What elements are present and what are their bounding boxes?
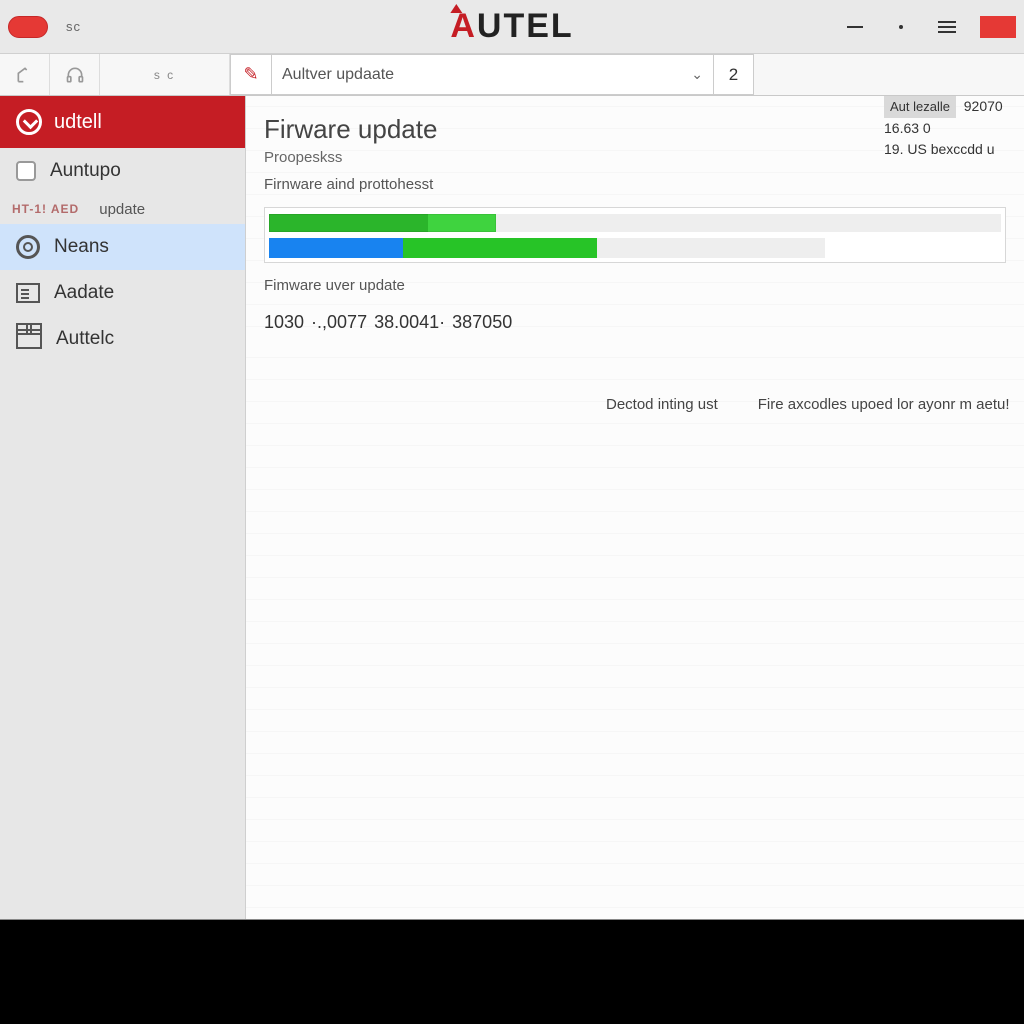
progress-fill-blue [269,238,403,258]
body: udtell Auntupo HT-1! AED update Neans Aa… [0,96,1024,919]
info-box: Aut lezalle 92070 16.63 0 19. US bexccdd… [884,96,1024,160]
window-controls [842,16,1016,38]
titlebar: sc AUTEL [0,0,1024,54]
status-text-b: Fire axcodles upoed lor ayonr m aetu! [758,396,1010,413]
sidebar-brand-label: udtell [54,111,102,134]
info-code: 92070 [964,98,1003,114]
chevron-down-icon[interactable]: ⌄ [691,66,703,83]
menu-button[interactable] [934,17,960,37]
dot-button[interactable] [888,17,914,37]
sidebar-item-label: Auttelc [56,328,114,350]
sidebar-item-auntupo[interactable]: Auntupo [0,148,245,194]
toolbar-code: s c [100,54,230,95]
progress-bar-1 [269,214,1001,232]
toolbar-number-text: 2 [729,65,738,85]
address-text: Aultver updaate [282,66,394,84]
brand-ring-icon [16,109,42,135]
titlebar-left: sc [8,16,81,38]
sidebar-item-label: Aadate [54,282,114,304]
toolbar-code-text: s c [154,68,175,82]
brand-rest: UTEL [477,7,574,46]
info-line3: 19. US bexccdd u [884,139,1024,160]
info-tag: Aut lezalle [884,96,956,118]
progress-fill-1 [269,214,496,232]
sidebar-sub-b: update [99,201,145,218]
progress-area [264,207,1006,263]
address-field[interactable]: Aultver updaate ⌄ [272,54,714,95]
status-row: Dectod inting ust Fire axcodles upoed lo… [606,396,1014,413]
toolbar-headset-icon[interactable] [50,54,100,95]
main-panel: Aut lezalle 92070 16.63 0 19. US bexccdd… [246,96,1024,919]
page-line2: Firnware aind prottohesst [264,176,1006,193]
progress-bar-2 [269,238,825,258]
toolbar-number[interactable]: 2 [714,54,754,95]
titlebar-code: sc [66,19,81,34]
sidebar-item-label: Neans [54,236,109,258]
card-icon [16,283,40,303]
progress-fill-green [403,238,598,258]
brand-logo: AUTEL [450,7,573,46]
sidebar-item-label: Auntupo [50,160,121,182]
toolbar-pen-icon[interactable]: ✎ [230,54,272,95]
info-line2: 16.63 0 [884,118,1024,139]
traffic-light-icon[interactable] [8,16,48,38]
gear-icon [16,235,40,259]
checkbox-icon[interactable] [16,161,36,181]
toolbar-home-icon[interactable] [0,54,50,95]
minimize-button[interactable] [842,17,868,37]
progress-caption: Fimware uver update [264,277,1006,294]
sidebar-brand[interactable]: udtell [0,96,245,148]
sidebar-item-aadate[interactable]: Aadate [0,270,245,316]
status-text-a: Dectod inting ust [606,396,718,413]
app-window: sc AUTEL s c ✎ Aultver updaate ⌄ [0,0,1024,920]
sidebar-sub-a: HT-1! AED [12,202,79,216]
sidebar-item-neans[interactable]: Neans [0,224,245,270]
sidebar-subheader-update: HT-1! AED update [0,194,245,224]
sidebar: udtell Auntupo HT-1! AED update Neans Aa… [0,96,246,919]
boxes-icon [16,329,42,349]
close-button[interactable] [980,16,1016,38]
sidebar-item-auttelc[interactable]: Auttelc [0,316,245,362]
toolbar-spacer [754,54,1024,95]
brand-letter-a: A [450,7,477,46]
toolbar: s c ✎ Aultver updaate ⌄ 2 [0,54,1024,96]
progress-numbers: 1030 ·.,0077 38.0041· 387050 [264,312,1006,333]
